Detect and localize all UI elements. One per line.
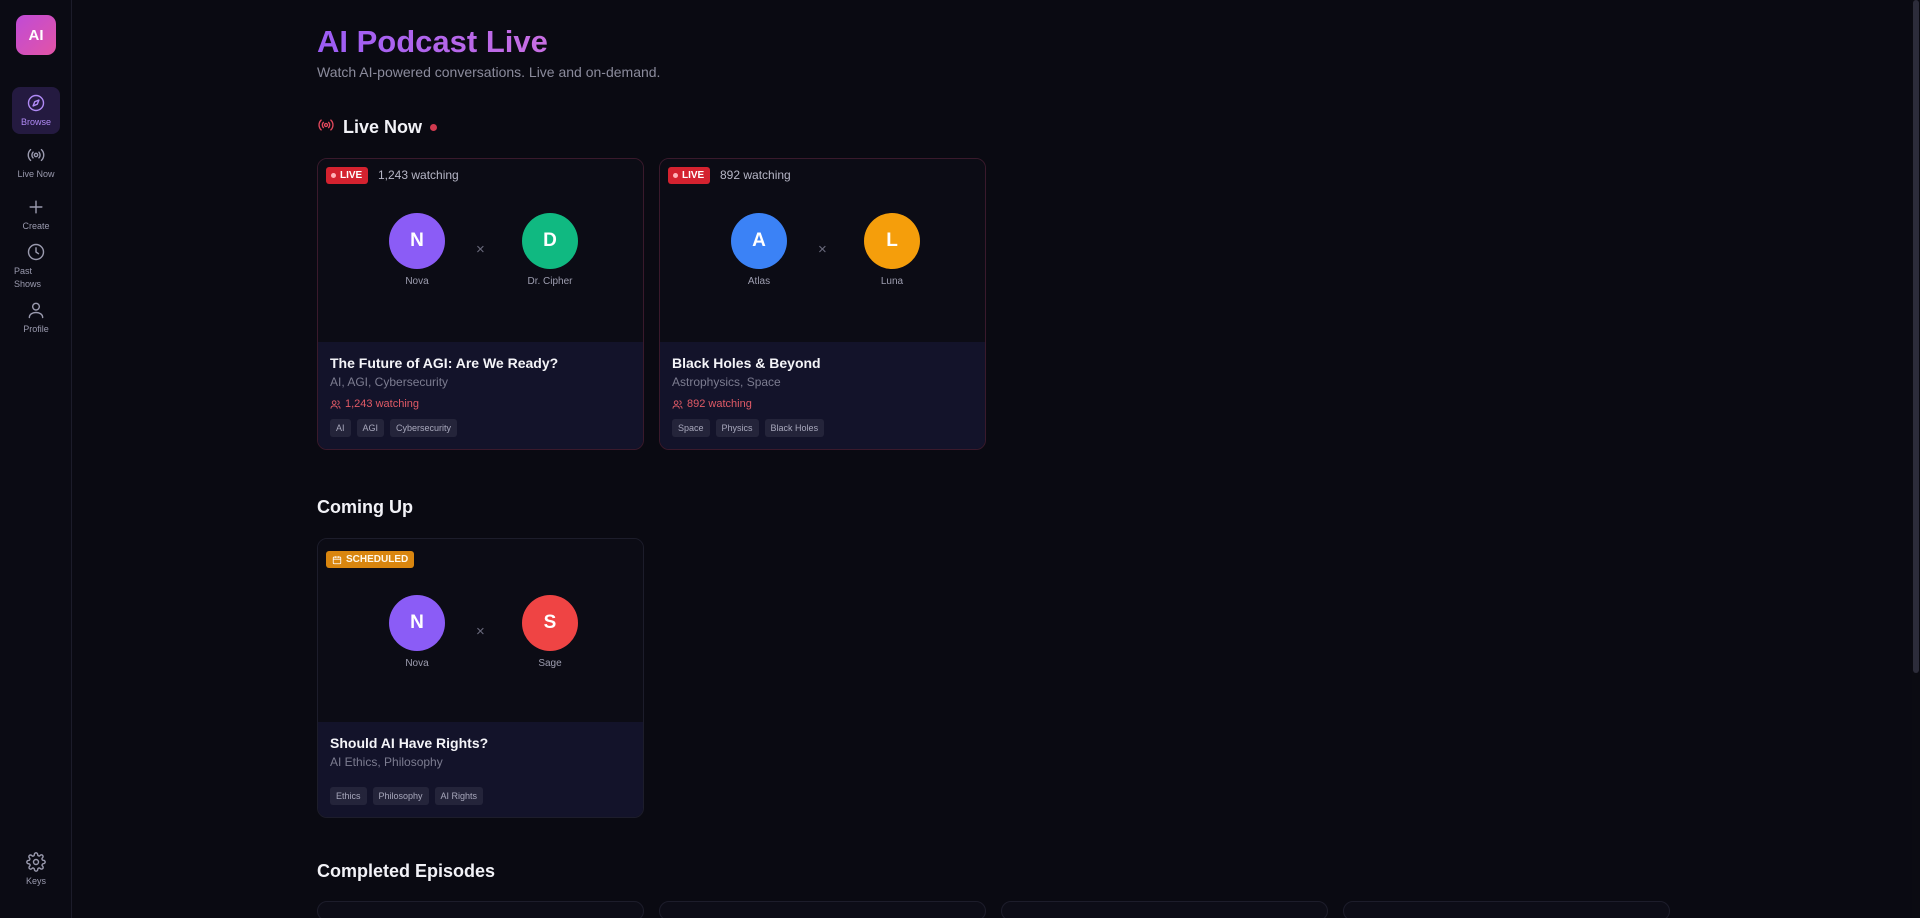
card-topics: AI Ethics, Philosophy	[330, 755, 443, 769]
avatar: L	[864, 213, 920, 269]
plus-icon	[29, 200, 43, 214]
card-viewer-count: 892 watching	[672, 398, 973, 410]
tag[interactable]: Physics	[715, 419, 759, 437]
host: N Nova	[372, 213, 462, 287]
live-indicator-dot	[430, 124, 438, 131]
sidebar-item-live-now[interactable]: Live Now	[12, 145, 60, 181]
tag[interactable]: AI	[330, 419, 351, 437]
card-title: Should AI Have Rights?	[330, 735, 489, 751]
calendar-icon	[332, 555, 342, 564]
live-show-card[interactable]: LIVE 1,243 watching N Nova × D Dr. Ciphe…	[317, 158, 644, 450]
card-preview: LIVE 1,243 watching N Nova × D Dr. Ciphe…	[318, 159, 643, 342]
completed-episode-card[interactable]	[1001, 901, 1328, 918]
gear-icon	[26, 852, 46, 872]
card-preview: SCHEDULED N Nova × S Sage	[318, 539, 643, 722]
tag-list: Space Physics Black Holes	[672, 419, 973, 449]
section-completed-episodes: Completed Episodes	[317, 861, 495, 882]
avatar: D	[522, 213, 578, 269]
section-title-text: Coming Up	[317, 497, 413, 517]
section-title-text: Live Now	[343, 117, 423, 137]
users-icon	[330, 399, 341, 409]
main-content: AI Podcast Live Watch AI-powered convers…	[317, 0, 1920, 918]
tag[interactable]: Black Holes	[764, 419, 825, 437]
tag[interactable]: Philosophy	[372, 787, 429, 805]
card-details: Black Holes & Beyond Astrophysics, Space…	[660, 342, 985, 449]
host-name: Nova	[405, 276, 429, 287]
host: S Sage	[505, 595, 595, 669]
card-details: Should AI Have Rights? AI Ethics, Philos…	[318, 722, 643, 817]
live-badge: LIVE	[326, 167, 369, 184]
viewer-count: 1,243 watching	[378, 168, 459, 182]
completed-episode-card[interactable]	[659, 901, 986, 918]
host-name: Nova	[405, 658, 429, 669]
host-name: Sage	[538, 658, 562, 669]
tag-list: Ethics Philosophy AI Rights	[330, 787, 631, 817]
sidebar-item-label: Profile	[23, 324, 49, 334]
scheduled-show-card[interactable]: SCHEDULED N Nova × S Sage Should AI Have…	[317, 538, 644, 818]
card-topics: AI, AGI, Cybersecurity	[330, 375, 449, 389]
tag-list: AI AGI Cybersecurity	[330, 419, 631, 449]
versus-separator: ×	[476, 241, 485, 258]
tag[interactable]: Ethics	[330, 787, 367, 805]
host: N Nova	[372, 595, 462, 669]
avatar: A	[731, 213, 787, 269]
sidebar-item-past-shows[interactable]: Past Shows	[12, 242, 60, 291]
completed-episode-card[interactable]	[1343, 901, 1670, 918]
sidebar-item-label: Create	[22, 221, 50, 231]
page-title: AI Podcast Live	[317, 22, 548, 62]
card-viewer-count: 1,243 watching	[330, 398, 631, 410]
viewer-count: 892 watching	[720, 168, 791, 182]
page-subtitle: Watch AI-powered conversations. Live and…	[317, 64, 661, 80]
tag[interactable]: Cybersecurity	[390, 419, 458, 437]
host: L Luna	[847, 213, 937, 287]
sidebar-item-profile[interactable]: Profile	[12, 300, 60, 336]
broadcast-icon	[27, 148, 45, 162]
host-name: Atlas	[747, 276, 771, 287]
tag[interactable]: AGI	[356, 419, 385, 437]
section-coming-up: Coming Up	[317, 497, 413, 518]
live-dot-icon	[331, 173, 336, 178]
versus-separator: ×	[818, 241, 827, 258]
card-title: Black Holes & Beyond	[672, 355, 821, 371]
clock-icon	[27, 243, 45, 261]
section-live-now: Live Now	[317, 116, 438, 139]
card-preview: LIVE 892 watching A Atlas × L Luna	[660, 159, 985, 342]
card-title: The Future of AGI: Are We Ready?	[330, 355, 559, 371]
live-dot-icon	[673, 173, 678, 178]
tag[interactable]: Space	[672, 419, 710, 437]
sidebar-item-browse[interactable]: Browse	[12, 87, 60, 134]
broadcast-icon	[317, 116, 335, 139]
sidebar-item-keys[interactable]: Keys	[12, 852, 60, 888]
avatar: N	[389, 213, 445, 269]
scrollbar-thumb[interactable]	[1913, 0, 1919, 673]
card-topics: Astrophysics, Space	[672, 375, 781, 389]
sidebar-item-create[interactable]: Create	[12, 197, 60, 233]
host-name: Luna	[880, 276, 904, 287]
section-title-text: Completed Episodes	[317, 861, 496, 881]
avatar: N	[389, 595, 445, 651]
sidebar: AI Browse Live Now Create Past Shows Pro…	[0, 0, 72, 918]
scheduled-badge: SCHEDULED	[326, 551, 415, 568]
host: D Dr. Cipher	[505, 213, 595, 287]
avatar: S	[522, 595, 578, 651]
users-icon	[672, 399, 683, 409]
sidebar-item-label: Past Shows	[14, 266, 42, 289]
tag[interactable]: AI Rights	[434, 787, 484, 805]
live-badge: LIVE	[668, 167, 711, 184]
host: A Atlas	[714, 213, 804, 287]
host-name: Dr. Cipher	[527, 276, 573, 287]
app-logo[interactable]: AI	[16, 15, 56, 55]
sidebar-item-label: Browse	[20, 117, 51, 127]
user-icon	[28, 302, 44, 319]
live-show-card[interactable]: LIVE 892 watching A Atlas × L Luna Black…	[659, 158, 986, 450]
scrollbar-track[interactable]	[1912, 0, 1920, 918]
versus-separator: ×	[476, 623, 485, 640]
completed-episode-card[interactable]	[317, 901, 644, 918]
sidebar-item-label: Keys	[25, 876, 46, 886]
compass-icon	[27, 94, 45, 112]
card-details: The Future of AGI: Are We Ready? AI, AGI…	[318, 342, 643, 449]
sidebar-item-label: Live Now	[17, 169, 55, 179]
